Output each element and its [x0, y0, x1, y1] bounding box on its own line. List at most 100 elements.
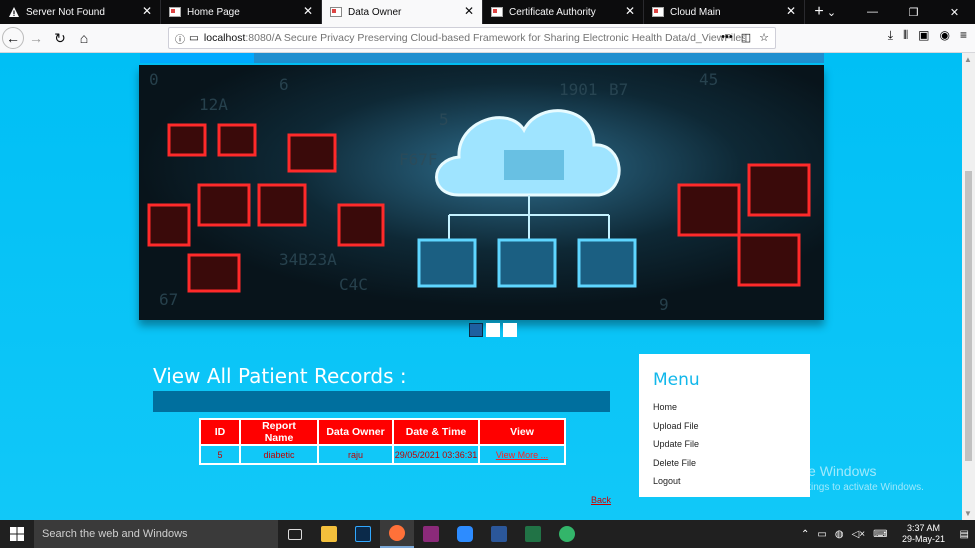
menu-item-upload-file[interactable]: Upload File: [653, 417, 796, 436]
word-icon[interactable]: [482, 520, 516, 548]
home-icon[interactable]: ⌂: [72, 26, 96, 50]
close-icon[interactable]: ✕: [303, 5, 313, 17]
tab-label: Home Page: [187, 6, 240, 18]
slider-dots: [469, 323, 517, 337]
menu-item-update-file[interactable]: Update File: [653, 435, 796, 454]
heading-bar: [153, 391, 610, 412]
back-link[interactable]: Back: [591, 495, 611, 505]
vertical-scrollbar[interactable]: ▲ ▼: [962, 53, 975, 520]
close-icon[interactable]: ✕: [625, 5, 635, 17]
svg-text:0: 0: [149, 70, 159, 89]
navigation-bar: ← → ↻ ⌂ ⓘ ▭ localhost :8080/A Secure Pri…: [0, 24, 975, 53]
watermark-title: Activate Windows: [766, 463, 877, 479]
close-icon[interactable]: ✕: [786, 5, 796, 17]
info-icon[interactable]: ⓘ: [175, 31, 185, 46]
table-row: 5 diabetic raju 29/05/2021 03:36:31 View…: [199, 444, 566, 465]
slider-dot[interactable]: [503, 323, 517, 337]
pocket-icon[interactable]: ◫: [741, 31, 751, 44]
page-icon: [330, 6, 342, 18]
volume-icon[interactable]: ◁×: [852, 529, 866, 540]
column-header-report-name: Report Name: [239, 418, 319, 446]
menu-icon[interactable]: ≡: [960, 28, 967, 43]
menu-item-home[interactable]: Home: [653, 398, 796, 417]
column-header-data-owner: Data Owner: [317, 418, 394, 446]
page-icon: [491, 6, 503, 18]
svg-text:5: 5: [439, 110, 449, 129]
tab-cloud-main[interactable]: Cloud Main ✕: [644, 0, 805, 24]
page-title: View All Patient Records :: [153, 364, 407, 388]
more-icon[interactable]: •••: [721, 31, 733, 44]
bookmark-star-icon[interactable]: ☆: [759, 31, 769, 44]
svg-text:B7: B7: [609, 80, 628, 99]
page-icon: [169, 6, 181, 18]
close-icon[interactable]: ✕: [142, 5, 152, 17]
page-icon: ▭: [189, 32, 199, 44]
clock[interactable]: 3:37 AM 29-May-21: [894, 523, 954, 545]
task-view-icon[interactable]: [278, 520, 312, 548]
slider-dot[interactable]: [469, 323, 483, 337]
warning-icon: [8, 6, 20, 18]
keyboard-icon[interactable]: ⌨: [873, 529, 887, 540]
network-icon[interactable]: ◍: [835, 529, 844, 540]
sidebar-icon[interactable]: ▣: [918, 28, 929, 43]
tab-server-not-found[interactable]: Server Not Found ✕: [0, 0, 161, 24]
view-more-link[interactable]: View More ...: [496, 450, 548, 460]
battery-icon[interactable]: ▭: [817, 529, 826, 540]
photoshop-icon[interactable]: [346, 520, 380, 548]
cell-data-owner: raju: [317, 444, 394, 465]
zoom-icon[interactable]: [448, 520, 482, 548]
svg-text:6: 6: [279, 75, 289, 94]
tab-label: Data Owner: [348, 6, 402, 18]
tab-label: Cloud Main: [670, 6, 721, 18]
notification-icon[interactable]: ▤: [960, 529, 969, 540]
account-icon[interactable]: ◉: [940, 28, 950, 43]
slider-dot[interactable]: [486, 323, 500, 337]
restore-icon[interactable]: ❐: [893, 0, 934, 24]
tab-certificate-authority[interactable]: Certificate Authority ✕: [483, 0, 644, 24]
svg-text:1901: 1901: [559, 80, 598, 99]
chevron-up-icon[interactable]: ⌃: [801, 529, 809, 540]
winrar-icon[interactable]: [414, 520, 448, 548]
page-icon: [652, 6, 664, 18]
taskbar-search-input[interactable]: Search the web and Windows: [34, 520, 278, 548]
column-header-id: ID: [199, 418, 241, 446]
cell-view: View More ...: [478, 444, 566, 465]
table-header-row: ID Report Name Data Owner Date & Time Vi…: [199, 418, 566, 446]
close-window-icon[interactable]: ✕: [934, 0, 975, 24]
svg-text:45: 45: [699, 70, 718, 89]
url-path: :8080/A Secure Privacy Preserving Cloud-…: [245, 32, 746, 44]
scrollbar-thumb[interactable]: [965, 171, 972, 461]
download-icon[interactable]: ⤓: [888, 28, 893, 43]
library-icon[interactable]: ⫴: [903, 28, 908, 43]
windows-start-icon[interactable]: [0, 520, 34, 548]
window-controls: ⌄ — ❐ ✕: [811, 0, 975, 24]
forward-arrow-icon[interactable]: →: [24, 26, 48, 50]
firefox-icon[interactable]: [380, 520, 414, 548]
close-icon[interactable]: ✕: [464, 5, 474, 17]
svg-text:F67F: F67F: [399, 150, 438, 169]
svg-text:34B23A: 34B23A: [279, 250, 337, 269]
url-bar[interactable]: ⓘ ▭ localhost :8080/A Secure Privacy Pre…: [168, 27, 776, 49]
svg-text:67: 67: [159, 290, 178, 309]
minimize-icon[interactable]: —: [852, 0, 893, 24]
excel-icon[interactable]: [516, 520, 550, 548]
tab-data-owner[interactable]: Data Owner ✕: [322, 0, 483, 24]
chevron-down-icon[interactable]: ⌄: [811, 0, 852, 24]
top-nav-selected[interactable]: [140, 53, 254, 63]
tab-home-page[interactable]: Home Page ✕: [161, 0, 322, 24]
url-host: localhost: [203, 32, 246, 44]
clock-time: 3:37 AM: [907, 523, 941, 533]
scroll-down-icon[interactable]: ▼: [964, 509, 972, 518]
windows-taskbar: Search the web and Windows ⌃ ▭ ◍ ◁× ⌨ 3:…: [0, 520, 975, 548]
tab-bar: Server Not Found ✕ Home Page ✕ Data Owne…: [0, 0, 975, 24]
scroll-up-icon[interactable]: ▲: [964, 55, 972, 64]
reload-icon[interactable]: ↻: [48, 26, 72, 50]
page-content: 012A6 12F67F5 34B23AC4C1901 B745E5 6797: [0, 53, 962, 520]
system-tray: ⌃ ▭ ◍ ◁× ⌨ 3:37 AM 29-May-21 ▤: [801, 520, 975, 548]
column-header-date-time: Date & Time: [392, 418, 480, 446]
file-explorer-icon[interactable]: [312, 520, 346, 548]
snipping-tool-icon[interactable]: [550, 520, 584, 548]
tab-label: Server Not Found: [26, 6, 105, 18]
svg-text:C4C: C4C: [339, 275, 368, 294]
back-arrow-icon[interactable]: ←: [2, 27, 24, 49]
